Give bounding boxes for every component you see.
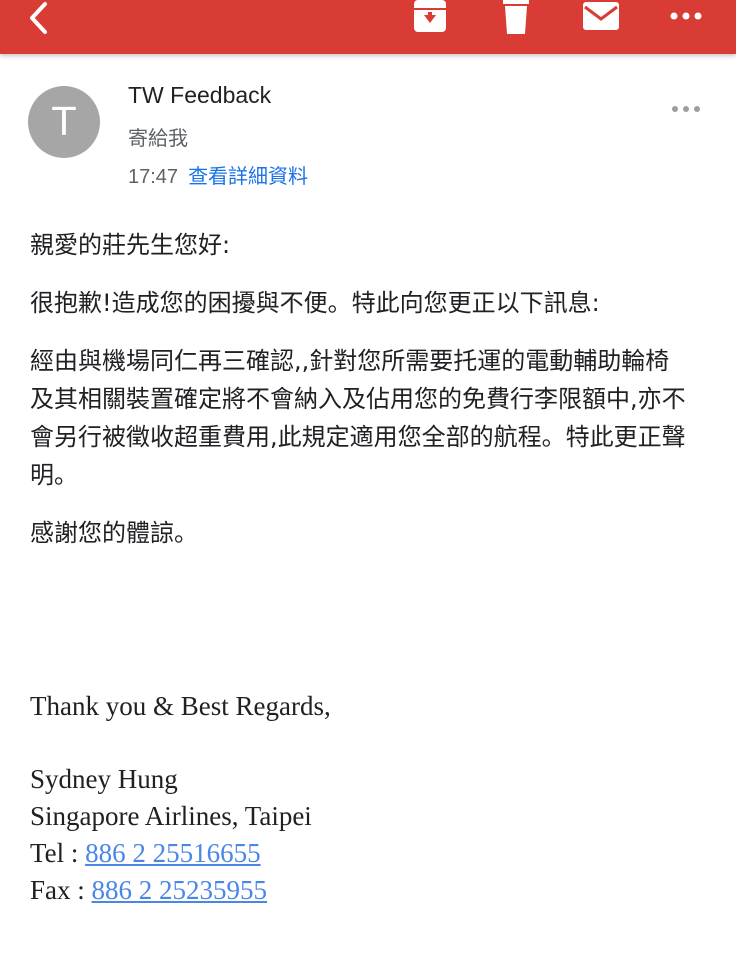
tel-number-link[interactable]: 886 2 25516655	[85, 838, 261, 868]
signature-name: Sydney Hung	[30, 764, 178, 794]
trash-icon[interactable]	[492, 0, 540, 40]
sender-name[interactable]: TW Feedback	[128, 82, 271, 109]
body-paragraph-1: 很抱歉!造成您的困擾與不便。特此向您更正以下訊息:	[30, 289, 600, 317]
archive-icon[interactable]	[406, 0, 454, 40]
greeting-text: 親愛的莊先生您好:	[30, 231, 231, 259]
message-more-icon[interactable]	[670, 100, 702, 112]
body-paragraph-3: 感謝您的體諒。	[30, 519, 198, 547]
back-arrow-icon[interactable]	[22, 0, 62, 40]
mail-icon[interactable]	[576, 0, 628, 40]
email-signature: Thank you & Best Regards, Sydney Hung Si…	[30, 688, 690, 909]
message-meta: 17:47 查看詳細資料	[128, 160, 308, 189]
fax-line: Fax : 886 2 25235955	[30, 872, 690, 909]
fax-number-link[interactable]: 886 2 25235955	[92, 875, 268, 905]
view-details-link[interactable]: 查看詳細資料	[188, 164, 308, 188]
telephone-line: Tel : 886 2 25516655	[30, 835, 690, 872]
tel-label: Tel :	[30, 838, 86, 868]
message-body: 親愛的莊先生您好: 很抱歉!造成您的困擾與不便。特此向您更正以下訊息: 經由與機…	[30, 226, 690, 572]
top-app-bar	[0, 0, 736, 54]
recipient-line: 寄給我	[128, 126, 188, 150]
avatar[interactable]: T	[28, 86, 100, 158]
fax-label: Fax :	[30, 875, 92, 905]
signature-company: Singapore Airlines, Taipei	[30, 801, 312, 831]
message-header: T TW Feedback 寄給我 17:47 查看詳細資料	[0, 62, 736, 192]
closing-text: Thank you & Best Regards,	[30, 691, 331, 721]
body-paragraph-2: 經由與機場同仁再三確認,,針對您所需要托運的電動輔助輪椅及其相關裝置確定將不會納…	[30, 347, 686, 489]
message-time: 17:47	[128, 166, 179, 188]
more-icon[interactable]	[664, 0, 708, 40]
